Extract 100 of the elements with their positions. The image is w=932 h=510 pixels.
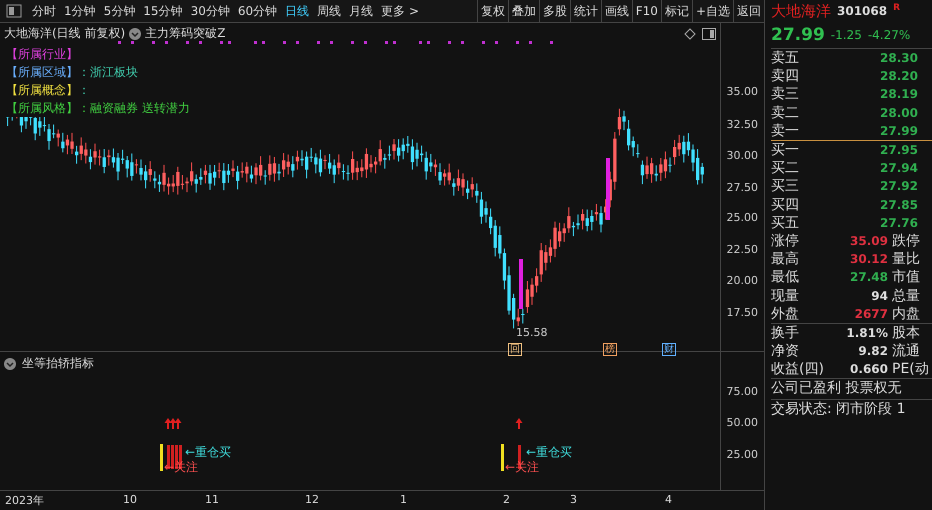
toolbar-button[interactable]: 复权 <box>476 0 508 22</box>
stat-value: 0.660 <box>850 362 888 376</box>
stat-label: 跌停 <box>892 232 921 250</box>
stock-name: 大地海洋 <box>771 2 831 20</box>
info-text: ：浙江板块 <box>78 64 138 80</box>
date-axis-label: 12 <box>305 493 319 506</box>
toolbar-button[interactable]: 返回 <box>733 0 764 22</box>
stat-value: 27.48 <box>850 270 888 284</box>
chart-title: 大地海洋(日线 前复权) <box>4 25 126 42</box>
diamond-icon[interactable] <box>684 28 696 40</box>
stat-label: PE(动 <box>892 360 930 378</box>
highlight-bar <box>519 259 523 309</box>
period-tab[interactable]: 5分钟 <box>100 0 140 22</box>
stat-label: 现量 <box>771 286 799 305</box>
stat-label: 流通 <box>892 342 921 360</box>
order-level-label: 买四 <box>771 196 799 214</box>
order-price: 27.85 <box>880 198 918 212</box>
date-axis-label: 10 <box>123 493 137 506</box>
low-price-label: 15.58 <box>516 326 548 339</box>
stat-label: 最高 <box>771 250 799 268</box>
stat-value: 35.09 <box>850 234 888 248</box>
order-level-label: 卖三 <box>771 85 799 104</box>
stat-value: 1.81% <box>846 326 888 340</box>
date-axis-label: 1 <box>400 493 407 506</box>
period-tab[interactable]: 15分钟 <box>139 0 187 22</box>
stat-value: 9.82 <box>858 344 888 358</box>
price-axis-label: 30.00 <box>726 149 758 162</box>
period-tab[interactable]: 30分钟 <box>186 0 234 22</box>
event-marker[interactable]: 回 <box>508 343 522 356</box>
stat-label: 涨停 <box>771 232 799 250</box>
stat-label: 内盘 <box>892 304 921 323</box>
percent-change: -4.27% <box>868 28 910 42</box>
period-tab[interactable]: 周线 <box>313 0 346 22</box>
stat-label: 净资 <box>771 342 799 360</box>
period-tab[interactable]: 更多 > <box>377 0 423 22</box>
signal-label: ←重仓买 <box>526 444 572 461</box>
stock-code: 301068 <box>837 4 888 18</box>
date-axis-label: 3 <box>570 493 577 506</box>
panel-toggle-icon[interactable] <box>6 4 22 18</box>
order-price: 28.19 <box>880 87 918 102</box>
event-marker[interactable]: 榜 <box>603 343 617 356</box>
price-axis-label: 22.50 <box>726 243 758 256</box>
order-level-label: 卖二 <box>771 104 799 122</box>
price-axis-label: 27.50 <box>726 181 758 194</box>
period-tab[interactable]: 月线 <box>345 0 378 22</box>
panel-icon[interactable] <box>702 28 716 40</box>
order-level-label: 买二 <box>771 159 799 178</box>
period-tab[interactable]: 60分钟 <box>234 0 282 22</box>
toolbar-button[interactable]: 多股 <box>538 0 570 22</box>
last-price: 27.99 <box>771 25 825 45</box>
stat-label: 股本 <box>892 324 921 342</box>
order-price: 27.92 <box>880 179 918 194</box>
stat-label: 外盘 <box>771 304 799 323</box>
toolbar-button[interactable]: 叠加 <box>508 0 539 22</box>
highlight-bar <box>606 158 610 220</box>
order-level-label: 买一 <box>771 141 799 160</box>
period-tab[interactable]: 分时 <box>28 0 60 22</box>
stat-label: 量比 <box>892 250 921 268</box>
status-note: 公司已盈利 投票权无 <box>771 378 932 400</box>
collapse-icon[interactable] <box>4 358 16 370</box>
order-level-label: 卖四 <box>771 67 799 86</box>
date-axis-label: 2 <box>503 493 510 506</box>
order-price: 28.00 <box>880 106 918 120</box>
rating-letter: R <box>893 3 900 13</box>
price-axis-label: 32.50 <box>726 118 758 131</box>
stat-value: 30.12 <box>850 252 888 266</box>
toolbar-button[interactable]: 画线 <box>600 0 632 22</box>
toolbar-button[interactable]: 标记 <box>660 0 692 22</box>
order-level-label: 买三 <box>771 177 799 196</box>
info-text: ：融资融券 送转潜力 <box>78 100 190 116</box>
stat-label: 换手 <box>771 324 799 342</box>
stat-value: 94 <box>871 288 888 303</box>
stat-value: 2677 <box>854 306 888 321</box>
period-tab[interactable]: 日线 <box>281 0 314 22</box>
order-price: 27.76 <box>880 216 918 230</box>
price-axis-label: 25.00 <box>726 211 758 224</box>
toolbar-button[interactable]: 统计 <box>570 0 601 22</box>
toolbar-button[interactable]: F10 <box>632 0 661 22</box>
event-marker[interactable]: 财 <box>662 343 676 356</box>
date-axis-label: 11 <box>205 493 219 506</box>
order-level-label: 买五 <box>771 214 799 232</box>
order-price: 28.30 <box>880 51 918 66</box>
indicator-axis-label: 50.00 <box>726 416 758 429</box>
indicator-axis-label: 75.00 <box>726 385 758 398</box>
price-axis-label: 17.50 <box>726 306 758 319</box>
status-note: 交易状态: 闭市阶段 1 <box>771 399 932 420</box>
stat-label: 市值 <box>892 268 921 286</box>
collapse-icon[interactable] <box>129 28 142 40</box>
info-text: ： <box>78 82 90 98</box>
price-axis-label: 20.00 <box>726 274 758 287</box>
period-tab[interactable]: 1分钟 <box>60 0 100 22</box>
order-level-label: 卖一 <box>771 122 799 140</box>
price-change: -1.25 <box>830 28 862 42</box>
date-axis-label: 4 <box>665 493 672 506</box>
order-price: 27.95 <box>880 143 918 158</box>
order-price: 27.94 <box>880 161 918 176</box>
order-level-label: 卖五 <box>771 49 799 68</box>
toolbar-button[interactable]: +自选 <box>692 0 733 22</box>
stat-label: 总量 <box>892 286 921 305</box>
stat-label: 收益(四) <box>771 360 824 378</box>
